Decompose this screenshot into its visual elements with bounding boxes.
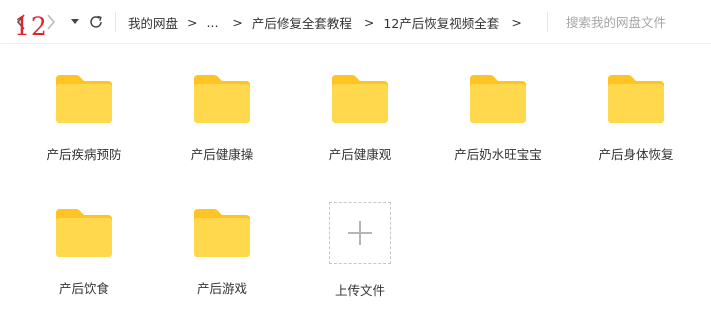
breadcrumb-separator: > xyxy=(511,14,522,30)
folder-icon xyxy=(332,75,388,123)
upload-box[interactable] xyxy=(329,202,391,264)
folder-label: 产后健康观 xyxy=(328,147,392,162)
folder-label: 产后健康操 xyxy=(190,147,254,162)
plus-icon xyxy=(348,221,372,245)
folder-icon xyxy=(56,209,112,257)
refresh-button[interactable] xyxy=(87,13,105,31)
folder-item[interactable]: 产后游戏 xyxy=(162,204,282,297)
folder-icon xyxy=(194,209,250,257)
upload-label: 上传文件 xyxy=(334,283,385,298)
folder-icon xyxy=(470,75,526,123)
refresh-icon xyxy=(90,15,102,28)
folder-item[interactable]: 产后健康观 xyxy=(300,70,420,163)
folder-label: 产后疾病预防 xyxy=(46,147,122,162)
folder-label: 产后身体恢复 xyxy=(598,147,674,162)
folder-item[interactable]: 产后疾病预防 xyxy=(24,70,144,163)
toolbar-divider xyxy=(115,12,116,32)
breadcrumb-item-current[interactable]: 12产后恢复视频全套 xyxy=(383,13,499,32)
folder-label: 产后奶水旺宝宝 xyxy=(454,147,542,162)
folder-item[interactable]: 产后身体恢复 xyxy=(576,70,696,163)
breadcrumb-separator: > xyxy=(187,14,198,30)
history-dropdown-button[interactable] xyxy=(69,13,81,31)
breadcrumb-separator: > xyxy=(232,14,243,30)
toolbar-divider xyxy=(547,12,548,32)
overlay-number: 12 xyxy=(14,12,48,41)
breadcrumb-separator: > xyxy=(363,14,375,30)
folder-item[interactable]: 产后奶水旺宝宝 xyxy=(438,70,558,163)
upload-file-button[interactable]: 上传文件 xyxy=(300,202,420,299)
folder-icon xyxy=(608,75,664,123)
caret-down-icon xyxy=(71,19,79,24)
breadcrumb-item-parent[interactable]: 产后修复全套教程 xyxy=(252,13,352,32)
folder-icon xyxy=(194,75,250,123)
search-input[interactable] xyxy=(566,12,702,32)
breadcrumb: 我的网盘 > ... > 产后修复全套教程 > 12产后恢复视频全套 > xyxy=(128,13,531,31)
folder-label: 产后饮食 xyxy=(58,281,109,296)
folder-item[interactable]: 产后健康操 xyxy=(162,70,282,163)
folder-item[interactable]: 产后饮食 xyxy=(24,204,144,297)
folder-label: 产后游戏 xyxy=(196,281,247,296)
breadcrumb-item-ellipsis[interactable]: ... xyxy=(207,15,219,30)
folder-icon xyxy=(56,75,112,123)
toolbar: 我的网盘 > ... > 产后修复全套教程 > 12产后恢复视频全套 > xyxy=(0,0,711,44)
breadcrumb-item-root[interactable]: 我的网盘 xyxy=(128,13,178,32)
